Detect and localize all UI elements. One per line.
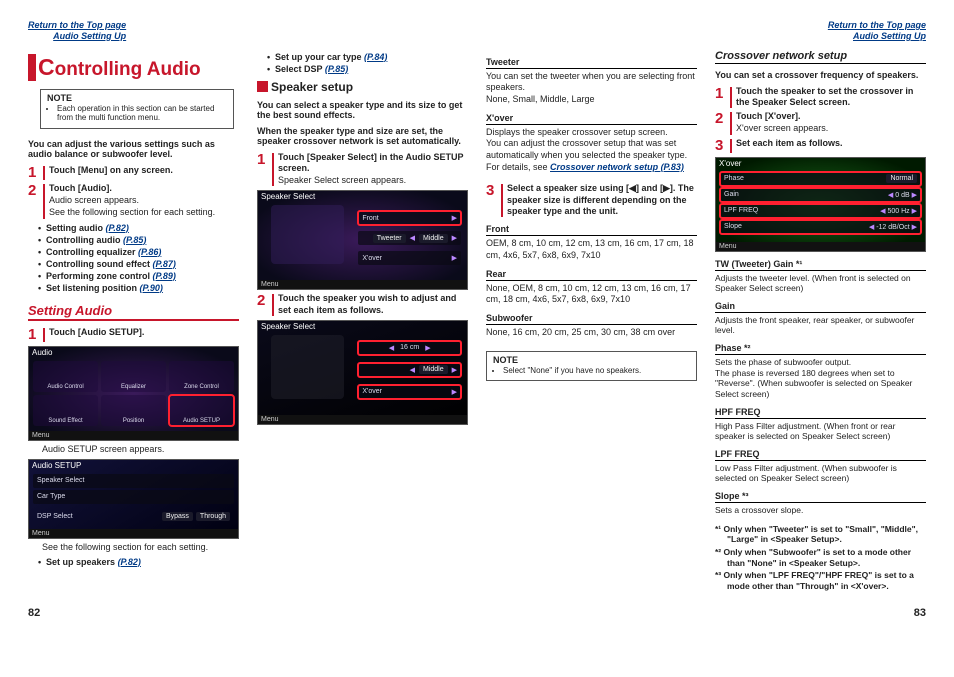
page-number-left: 82 [28, 607, 40, 619]
header-bar: Return to the Top page Audio Setting Up … [28, 20, 926, 42]
column-3: Tweeter You can set the tweeter when you… [486, 50, 697, 594]
sa-bullets: Set up speakers (P.82) [38, 557, 239, 567]
footnote: *³ Only when "LPF FREQ"/"HPF FREQ" is se… [715, 570, 926, 591]
return-link[interactable]: Return to the Top page [28, 20, 126, 31]
section-link[interactable]: Audio Setting Up [28, 31, 126, 42]
page-number-right: 83 [914, 607, 926, 619]
field-tweeter: Tweeter [486, 57, 697, 69]
caption: Audio SETUP screen appears. [42, 444, 239, 454]
intro-text: You can adjust the various settings such… [28, 139, 239, 159]
field-front: Front [486, 224, 697, 236]
cns-step-3: 3 Set each item as follows. [715, 138, 926, 153]
column-4: Crossover network setup You can set a cr… [715, 50, 926, 594]
sp-step-1: 1 Touch [Speaker Select] in the Audio SE… [257, 152, 468, 187]
caption: See the following section for each setti… [42, 542, 239, 552]
page-footer: 82 83 [28, 607, 926, 619]
screenshot-speaker-select-2: Speaker Select ◀16 cm▶ ◀Middle▶ X'over▶ … [257, 320, 468, 425]
field-phase: Phase *² [715, 343, 926, 355]
page-link[interactable]: (P.85) [325, 64, 348, 74]
screenshot-xover: X'over PhaseNormal Gain◀ 0 dB ▶ LPF FREQ… [715, 157, 926, 252]
field-rear: Rear [486, 269, 697, 281]
footnote: *² Only when "Subwoofer" is set to a mod… [715, 547, 926, 568]
page-title: Controlling Audio [28, 54, 239, 81]
list-item: Controlling audio (P.85) [38, 235, 239, 245]
footnotes: *¹ Only when "Tweeter" is set to "Small"… [715, 524, 926, 592]
page-link[interactable]: Crossover network setup (P.83) [550, 162, 684, 172]
sp-intro1: You can select a speaker type and its si… [257, 100, 468, 120]
screenshot-speaker-select-1: Speaker Select Front▶ Tweeter ◀ Middle ▶… [257, 190, 468, 290]
list-item: Select DSP (P.85) [267, 64, 468, 74]
list-item: Set listening position (P.90) [38, 283, 239, 293]
field-slope: Slope *³ [715, 491, 926, 503]
section-setting-audio: Setting Audio [28, 303, 239, 321]
page-link[interactable]: (P.86) [138, 247, 161, 257]
sp-step-2: 2 Touch the speaker you wish to adjust a… [257, 293, 468, 316]
list-item: Setting audio (P.82) [38, 223, 239, 233]
note-box: NOTE Each operation in this section can … [40, 89, 234, 129]
section-speaker-setup: Speaker setup [257, 80, 468, 94]
note-title: NOTE [47, 93, 227, 103]
top-link-right[interactable]: Return to the Top page Audio Setting Up [828, 20, 926, 42]
page-link[interactable]: (P.84) [364, 52, 387, 62]
ss-title: Audio [32, 348, 52, 357]
field-subwoofer: Subwoofer [486, 313, 697, 325]
ss-title: Audio SETUP [32, 461, 81, 470]
field-twgain: TW (Tweeter) Gain *¹ [715, 259, 926, 271]
step-1: 1 Touch [Menu] on any screen. [28, 165, 239, 180]
footnote: *¹ Only when "Tweeter" is set to "Small"… [715, 524, 926, 545]
list-item: Set up your car type (P.84) [267, 52, 468, 62]
note-item: Select "None" if you have no speakers. [503, 366, 690, 376]
page-link[interactable]: (P.85) [123, 235, 146, 245]
screenshot-audio-setup: Audio SETUP Speaker Select Car Type DSP … [28, 459, 239, 539]
page-link[interactable]: (P.82) [106, 223, 129, 233]
section-crossover: Crossover network setup [715, 50, 926, 64]
list-item: Controlling sound effect (P.87) [38, 259, 239, 269]
column-1: Controlling Audio NOTE Each operation in… [28, 50, 239, 594]
list-item: Performing zone control (P.89) [38, 271, 239, 281]
toc-bullets: Setting audio (P.82) Controlling audio (… [38, 223, 239, 293]
sp-intro2: When the speaker type and size are set, … [257, 126, 468, 146]
section-link[interactable]: Audio Setting Up [828, 31, 926, 42]
field-gain: Gain [715, 301, 926, 313]
ss-title: X'over [719, 159, 741, 168]
page-columns: Controlling Audio NOTE Each operation in… [28, 50, 926, 594]
screenshot-audio-menu: Audio Audio Control Equalizer Zone Contr… [28, 346, 239, 441]
list-item: Set up speakers (P.82) [38, 557, 239, 567]
page-link[interactable]: (P.89) [153, 271, 176, 281]
step-2: 2 Touch [Audio]. Audio screen appears. S… [28, 183, 239, 219]
field-xover: X'over [486, 113, 697, 125]
step-3: 3 Select a speaker size using [◀] and [▶… [486, 183, 697, 217]
top-link-left[interactable]: Return to the Top page Audio Setting Up [28, 20, 126, 42]
list-item: Controlling equalizer (P.86) [38, 247, 239, 257]
note-title: NOTE [493, 355, 690, 365]
cns-intro: You can set a crossover frequency of spe… [715, 70, 926, 80]
ss-title: Speaker Select [261, 322, 315, 331]
ss-title: Speaker Select [261, 192, 315, 201]
note-box: NOTE Select "None" if you have no speake… [486, 351, 697, 382]
cns-step-2: 2 Touch [X'over]. X'over screen appears. [715, 111, 926, 135]
page-link[interactable]: (P.82) [118, 557, 141, 567]
page-link[interactable]: (P.90) [140, 283, 163, 293]
col2-bullets: Set up your car type (P.84) Select DSP (… [267, 52, 468, 74]
ss-menu: Menu [258, 415, 467, 424]
sa-step-1: 1 Touch [Audio SETUP]. [28, 327, 239, 342]
note-item: Each operation in this section can be st… [57, 104, 227, 123]
car-icon [271, 335, 344, 399]
section-marker-icon [257, 81, 268, 92]
ss-menu: Menu [29, 529, 238, 538]
ss-menu: Menu [716, 242, 925, 251]
page-link[interactable]: (P.87) [153, 259, 176, 269]
field-hpf: HPF FREQ [715, 407, 926, 419]
ss-menu: Menu [258, 280, 467, 289]
return-link[interactable]: Return to the Top page [828, 20, 926, 31]
column-2: Set up your car type (P.84) Select DSP (… [257, 50, 468, 594]
field-lpf: LPF FREQ [715, 449, 926, 461]
ss-menu: Menu [29, 431, 238, 440]
cns-step-1: 1 Touch the speaker to set the crossover… [715, 86, 926, 109]
car-icon [271, 205, 344, 264]
